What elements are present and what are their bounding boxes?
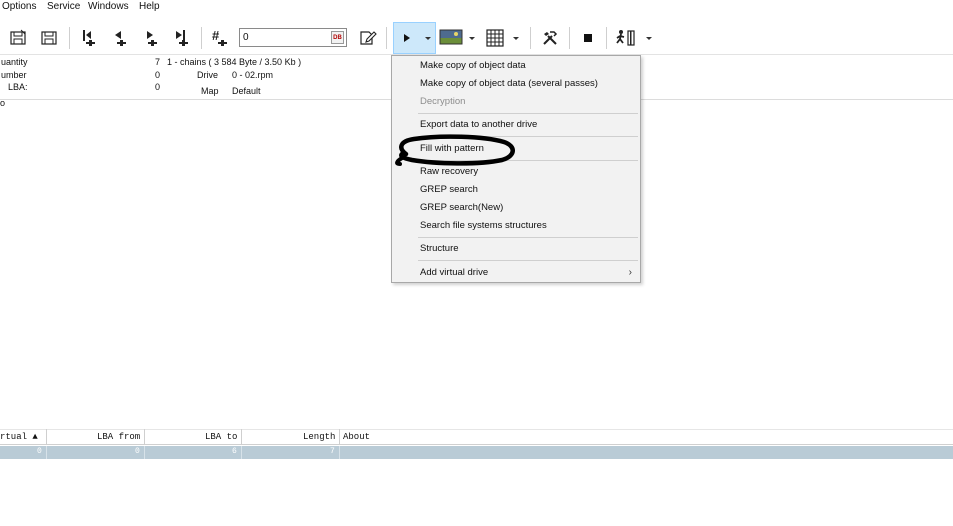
cell-lba-to: 6 (232, 447, 237, 456)
toolbar-separator (386, 27, 387, 49)
row-divider (46, 446, 47, 459)
row-divider (241, 446, 242, 459)
run-exit-icon[interactable] (614, 26, 638, 50)
submenu-arrow-icon: › (628, 267, 632, 278)
menu-item-make-copy[interactable]: Make copy of object data (420, 60, 526, 71)
col-header-length[interactable]: Length (303, 432, 335, 442)
chains-text: 1 - chains ( 3 584 Byte / 3.50 Kb ) (167, 57, 302, 67)
col-header-lba-from[interactable]: LBA from (97, 432, 140, 442)
map-value: Default (232, 86, 261, 96)
quantity-value: 7 (155, 57, 161, 67)
image-preview-icon[interactable] (438, 26, 464, 50)
col-header-virtual[interactable]: rtual ▲ (0, 432, 38, 442)
cell-virtual: 0 (37, 447, 42, 456)
menu-help[interactable]: Help (139, 1, 160, 12)
column-divider[interactable] (339, 429, 340, 445)
table-row[interactable]: 0 0 6 7 (0, 446, 953, 459)
map-label: Map (201, 86, 219, 96)
menu-item-grep-search[interactable]: GREP search (420, 184, 478, 195)
quantity-label: uantity (1, 57, 28, 67)
svg-text:#: # (212, 28, 220, 43)
toolbar-separator (201, 27, 202, 49)
cell-length: 7 (330, 447, 335, 456)
toolbar-separator (569, 27, 570, 49)
menu-bar: Options Service Windows Help (0, 0, 953, 16)
drive-label: Drive (197, 70, 219, 80)
save-disk-alt-icon[interactable] (39, 26, 59, 50)
menu-separator (418, 260, 638, 261)
number-label: umber (1, 70, 27, 80)
next-sector-icon[interactable] (141, 26, 161, 50)
menu-separator (418, 113, 638, 114)
menu-separator (418, 237, 638, 238)
lba-value: 0 (155, 82, 161, 92)
goto-sector-icon[interactable]: # (209, 26, 231, 50)
menu-options[interactable]: Options (2, 1, 36, 12)
toolbar-separator (530, 27, 531, 49)
menu-service[interactable]: Service (47, 1, 80, 12)
last-sector-icon[interactable] (172, 26, 192, 50)
menu-item-structure[interactable]: Structure (420, 243, 459, 254)
lba-label: LBA: (8, 82, 28, 92)
number-value: 0 (155, 70, 161, 80)
first-sector-icon[interactable] (79, 26, 99, 50)
row-divider (339, 446, 340, 459)
dropdown-arrow-icon[interactable] (421, 26, 435, 50)
row-divider (144, 446, 145, 459)
toolbar-separator (69, 27, 70, 49)
col-header-lba-to[interactable]: LBA to (205, 432, 237, 442)
lba-input[interactable] (240, 29, 328, 46)
table-header: rtual ▲ LBA from LBA to Length About (0, 429, 953, 445)
column-divider[interactable] (241, 429, 242, 445)
db-badge-icon[interactable]: DB (331, 31, 344, 44)
play-icon[interactable] (397, 26, 417, 50)
hand-drawn-circle-annotation (395, 134, 515, 166)
run-dropdown-arrow-icon[interactable] (643, 26, 655, 50)
prev-sector-icon[interactable] (110, 26, 130, 50)
menu-item-decryption[interactable]: Decryption (420, 96, 465, 107)
drive-value: 0 - 02.rpm (232, 70, 274, 80)
image-dropdown-arrow-icon[interactable] (466, 26, 478, 50)
toolbar-separator (606, 27, 607, 49)
column-divider[interactable] (144, 429, 145, 445)
menu-windows[interactable]: Windows (88, 1, 129, 12)
tools-icon[interactable] (539, 26, 561, 50)
col-header-about[interactable]: About (343, 432, 370, 442)
stop-icon[interactable] (578, 26, 598, 50)
menu-item-make-copy-passes[interactable]: Make copy of object data (several passes… (420, 78, 598, 89)
menu-item-export-data[interactable]: Export data to another drive (420, 119, 537, 130)
menu-item-search-fs-structures[interactable]: Search file systems structures (420, 220, 547, 231)
cell-lba-from: 0 (135, 447, 140, 456)
column-divider[interactable] (46, 429, 47, 445)
menu-item-add-virtual-drive[interactable]: Add virtual drive (420, 267, 488, 278)
grid-view-icon[interactable] (484, 26, 506, 50)
grid-dropdown-arrow-icon[interactable] (510, 26, 522, 50)
lba-input-field[interactable]: DB (239, 28, 347, 47)
menu-item-grep-search-new[interactable]: GREP search(New) (420, 202, 503, 213)
save-disk-icon[interactable] (8, 26, 28, 50)
edit-form-icon[interactable] (357, 26, 379, 50)
